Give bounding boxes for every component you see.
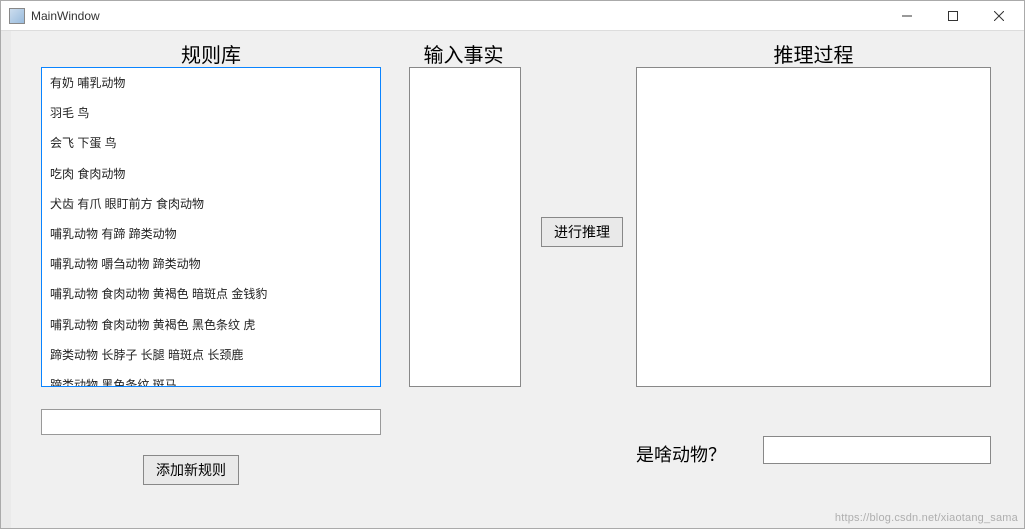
list-item[interactable]: 哺乳动物 嚼刍动物 蹄类动物 [42, 249, 380, 279]
close-button[interactable] [976, 1, 1022, 31]
minimize-button[interactable] [884, 1, 930, 31]
facts-textbox[interactable] [409, 67, 521, 387]
process-heading: 推理过程 [636, 39, 991, 68]
list-item[interactable]: 蹄类动物 长脖子 长腿 暗斑点 长颈鹿 [42, 340, 380, 370]
maximize-button[interactable] [930, 1, 976, 31]
watermark-text: https://blog.csdn.net/xiaotang_sama [835, 512, 1018, 524]
main-window: MainWindow 规则库 输入事实 推理过程 有奶 哺乳动物羽毛 鸟会飞 下… [0, 0, 1025, 529]
list-item[interactable]: 会飞 下蛋 鸟 [42, 128, 380, 158]
list-item[interactable]: 有奶 哺乳动物 [42, 68, 380, 98]
list-item[interactable]: 犬齿 有爪 眼盯前方 食肉动物 [42, 189, 380, 219]
infer-button[interactable]: 进行推理 [541, 217, 623, 247]
client-area: 规则库 输入事实 推理过程 有奶 哺乳动物羽毛 鸟会飞 下蛋 鸟吃肉 食肉动物犬… [1, 31, 1024, 528]
new-rule-input[interactable] [41, 409, 381, 435]
list-item[interactable]: 羽毛 鸟 [42, 98, 380, 128]
list-item[interactable]: 吃肉 食肉动物 [42, 159, 380, 189]
result-textbox[interactable] [763, 436, 991, 464]
process-textbox[interactable] [636, 67, 991, 387]
rules-listbox[interactable]: 有奶 哺乳动物羽毛 鸟会飞 下蛋 鸟吃肉 食肉动物犬齿 有爪 眼盯前方 食肉动物… [41, 67, 381, 387]
list-item[interactable]: 蹄类动物 黑色条纹 斑马 [42, 370, 380, 387]
result-label: 是啥动物？ [636, 441, 726, 467]
titlebar: MainWindow [1, 1, 1024, 31]
app-icon [9, 8, 25, 24]
rules-heading: 规则库 [41, 39, 381, 68]
list-item[interactable]: 哺乳动物 有蹄 蹄类动物 [42, 219, 380, 249]
list-item[interactable]: 哺乳动物 食肉动物 黄褐色 黑色条纹 虎 [42, 310, 380, 340]
left-edge-strip [1, 31, 11, 528]
list-item[interactable]: 哺乳动物 食肉动物 黄褐色 暗斑点 金钱豹 [42, 279, 380, 309]
window-title: MainWindow [31, 9, 100, 23]
facts-heading: 输入事实 [406, 39, 521, 68]
add-rule-button[interactable]: 添加新规则 [143, 455, 239, 485]
